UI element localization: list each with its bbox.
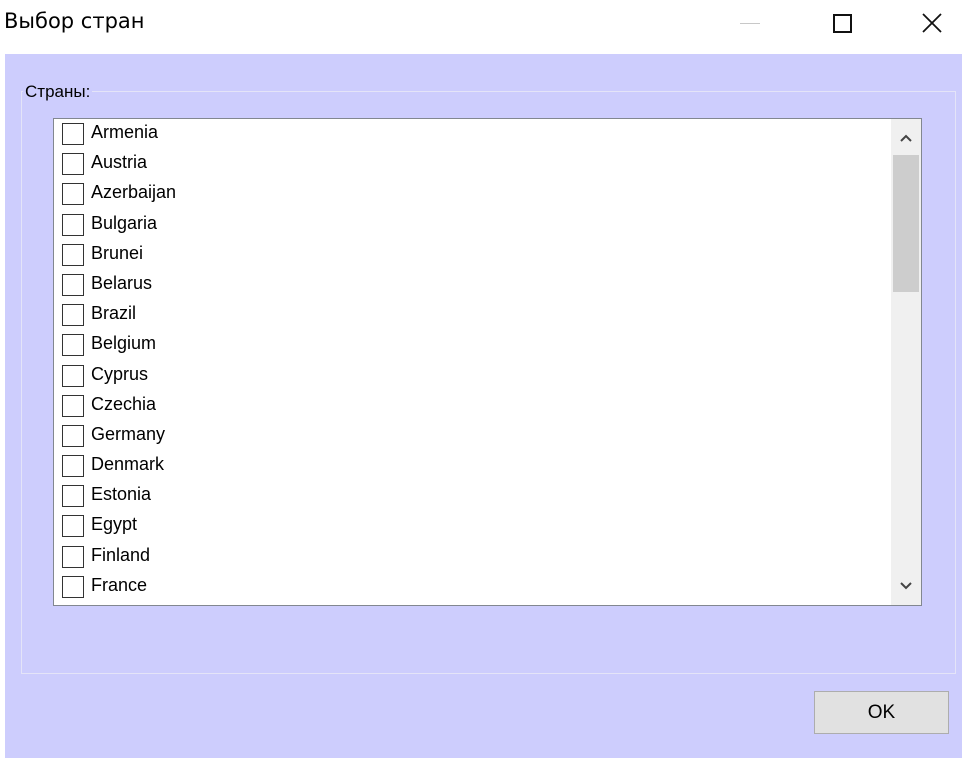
close-button[interactable]: [902, 0, 962, 46]
country-label: Estonia: [91, 484, 152, 505]
country-label: France: [91, 574, 148, 595]
checkbox[interactable]: [62, 334, 84, 357]
checkbox[interactable]: [62, 485, 84, 508]
checkbox[interactable]: [62, 575, 84, 598]
checkbox[interactable]: [62, 273, 84, 296]
countries-list-items: Armenia Austria Azerbaijan Bulgaria Brunei Be…: [54, 119, 891, 602]
ok-button[interactable]: OK: [814, 691, 949, 734]
country-label: Cyprus: [91, 363, 149, 384]
checkbox[interactable]: [62, 123, 84, 145]
checkbox[interactable]: [62, 304, 84, 327]
close-icon: [922, 13, 942, 33]
list-item[interactable]: Bulgaria: [54, 210, 891, 240]
dialog-body: Страны: Armenia Austria Azerbaijan Bulgaria…: [5, 54, 962, 758]
list-item[interactable]: Brunei: [54, 240, 891, 270]
list-item[interactable]: Belgium: [54, 330, 891, 360]
country-label: Belgium: [91, 333, 157, 354]
minimize-icon: [740, 22, 760, 24]
list-item[interactable]: Czechia: [54, 391, 891, 421]
checkbox[interactable]: [62, 183, 84, 206]
list-item[interactable]: Egypt: [54, 511, 891, 541]
list-item[interactable]: Austria: [54, 149, 891, 179]
maximize-icon: [832, 13, 852, 33]
country-label: Azerbaijan: [91, 182, 177, 203]
country-label: Austria: [91, 152, 148, 173]
window-title: Выбор стран: [4, 9, 145, 33]
scroll-down-button[interactable]: [891, 571, 921, 601]
checkbox[interactable]: [62, 394, 84, 417]
scrollbar-thumb[interactable]: [893, 155, 919, 292]
country-label: Bulgaria: [91, 212, 158, 233]
list-item[interactable]: Denmark: [54, 451, 891, 481]
checkbox[interactable]: [62, 515, 84, 538]
checkbox[interactable]: [62, 153, 84, 176]
minimize-button[interactable]: [720, 0, 780, 46]
country-label: Brunei: [91, 242, 144, 263]
list-item[interactable]: Belarus: [54, 270, 891, 300]
list-item[interactable]: Cyprus: [54, 361, 891, 391]
list-item[interactable]: Azerbaijan: [54, 179, 891, 209]
countries-checked-list[interactable]: Armenia Austria Azerbaijan Bulgaria Brunei Be…: [53, 118, 922, 606]
list-item[interactable]: France: [54, 572, 891, 602]
country-label: Denmark: [91, 454, 165, 475]
list-item[interactable]: Armenia: [54, 119, 891, 149]
country-label: Egypt: [91, 514, 138, 535]
countries-group-label: Страны:: [23, 82, 93, 102]
list-item[interactable]: Finland: [54, 542, 891, 572]
list-item[interactable]: Estonia: [54, 481, 891, 511]
country-label: Armenia: [91, 122, 159, 142]
vertical-scrollbar[interactable]: [891, 119, 921, 605]
checkbox[interactable]: [62, 424, 84, 447]
checkbox[interactable]: [62, 243, 84, 266]
checkbox[interactable]: [62, 213, 84, 236]
country-label: Czechia: [91, 393, 157, 414]
chevron-down-icon: [900, 582, 912, 590]
chevron-up-icon: [900, 134, 912, 142]
list-item[interactable]: Brazil: [54, 300, 891, 330]
country-label: Germany: [91, 423, 166, 444]
list-item[interactable]: Germany: [54, 421, 891, 451]
checkbox[interactable]: [62, 364, 84, 387]
checkbox[interactable]: [62, 455, 84, 478]
checkbox[interactable]: [62, 545, 84, 568]
maximize-button[interactable]: [812, 0, 872, 46]
country-label: Finland: [91, 544, 151, 565]
title-bar: Выбор стран: [0, 0, 962, 54]
country-label: Belarus: [91, 272, 153, 293]
scroll-up-button[interactable]: [891, 123, 921, 153]
country-label: Brazil: [91, 303, 137, 324]
